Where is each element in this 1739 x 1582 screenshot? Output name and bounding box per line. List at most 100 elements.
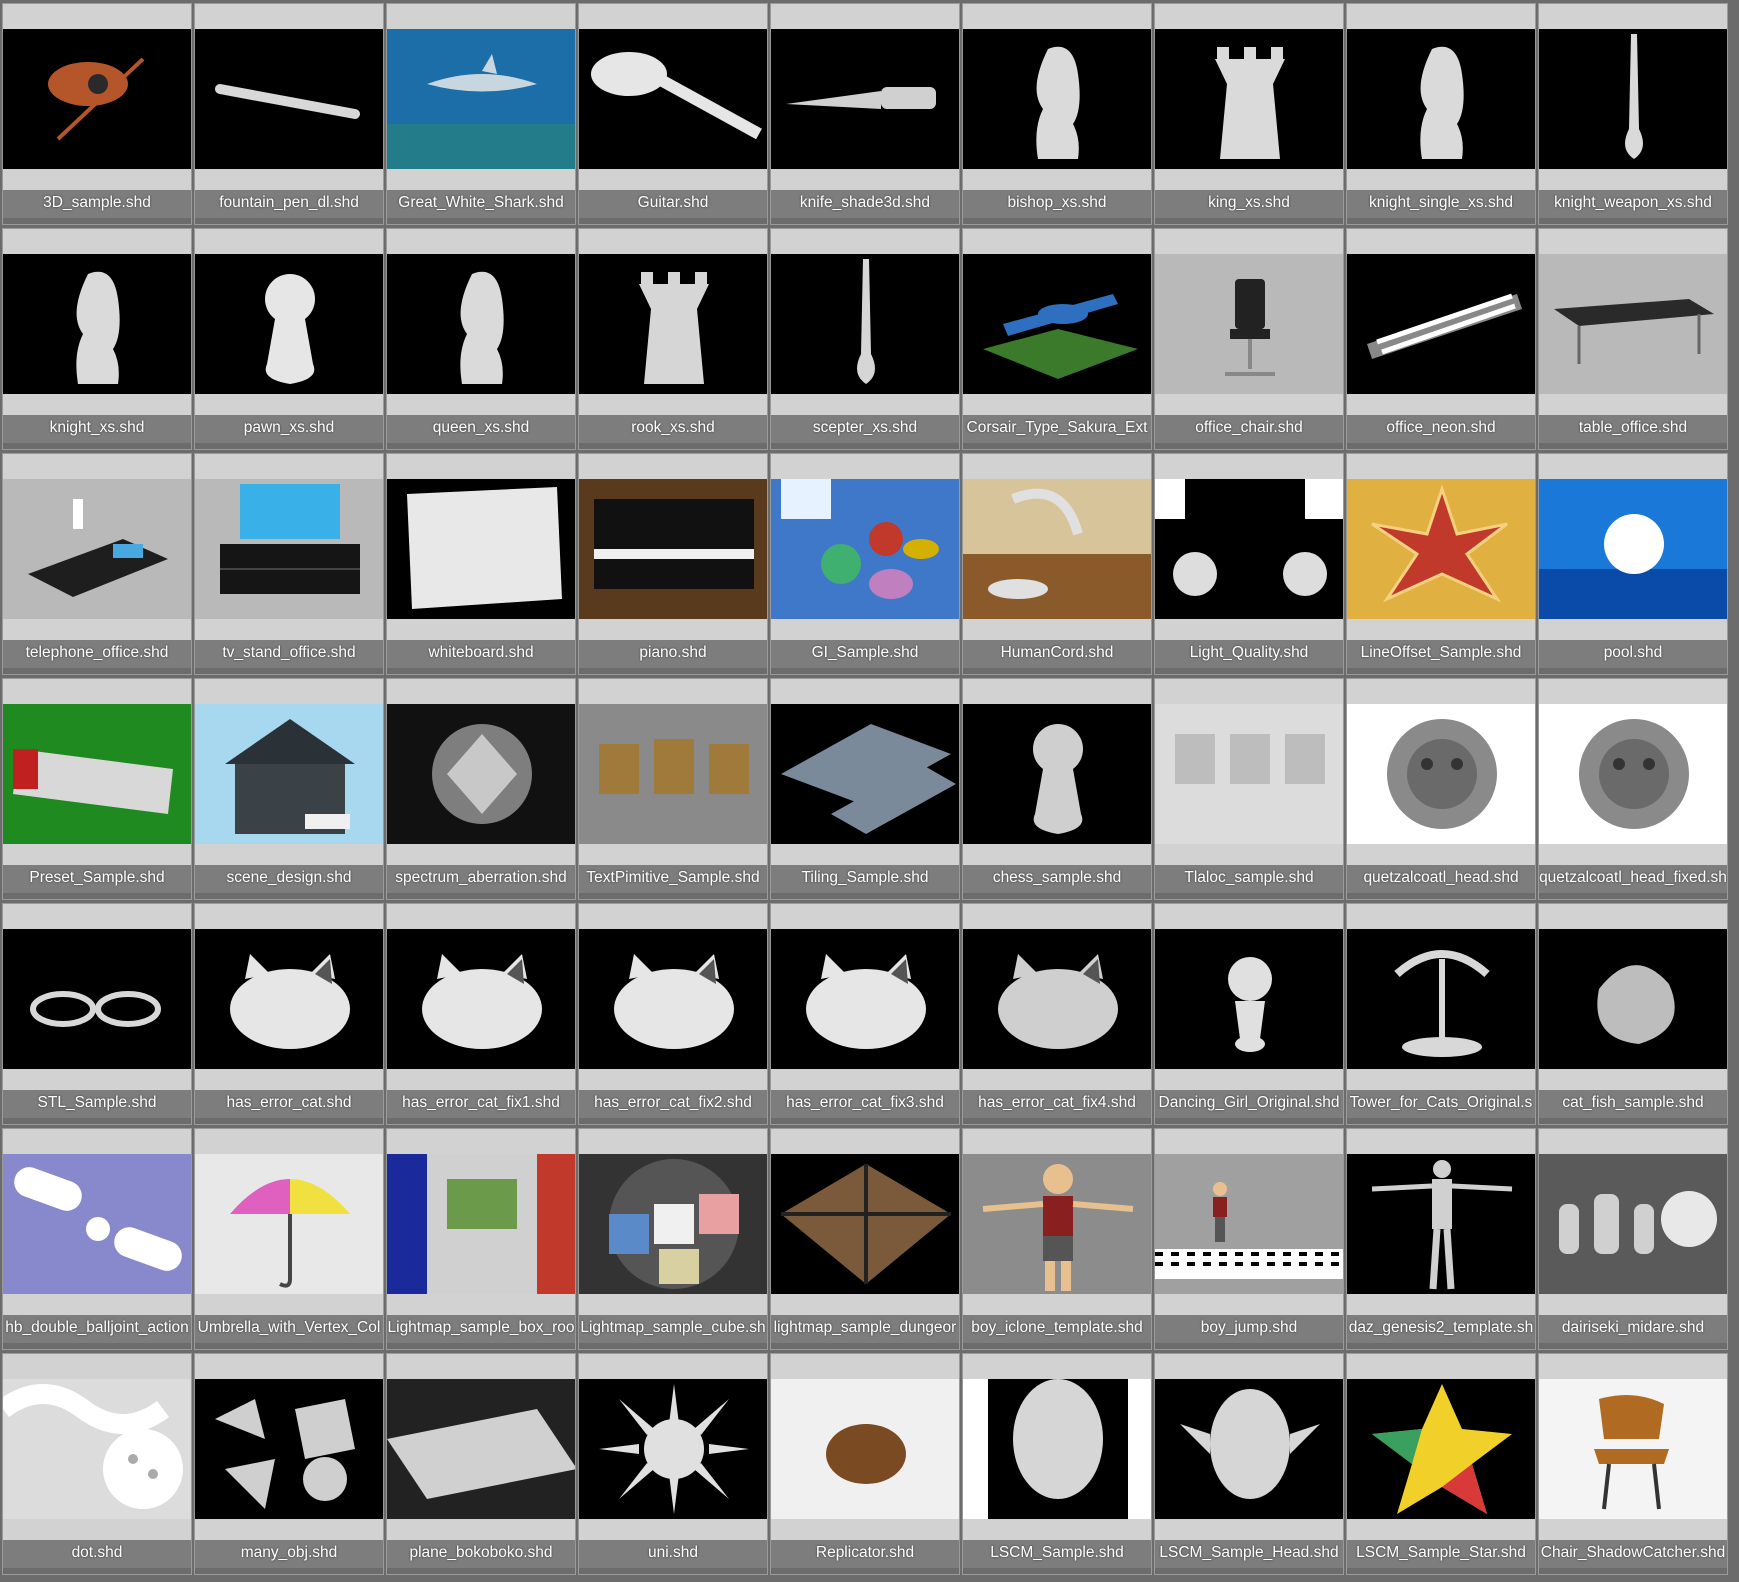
shd-file-tile[interactable]: spectrum_aberration.shd — [386, 678, 576, 900]
tile-separator — [1539, 1568, 1727, 1574]
shd-file-tile[interactable]: has_error_cat_fix3.shd — [770, 903, 960, 1125]
shd-file-tile[interactable]: plane_bokoboko.shd — [386, 1353, 576, 1575]
shd-file-tile[interactable]: uni.shd — [578, 1353, 768, 1575]
file-name-label: knife_shade3d.shd — [799, 194, 931, 211]
shd-file-tile[interactable]: whiteboard.shd — [386, 453, 576, 675]
shd-file-tile[interactable]: dot.shd — [2, 1353, 192, 1575]
shd-file-tile[interactable]: scepter_xs.shd — [770, 228, 960, 450]
shd-file-tile[interactable]: LSCM_Sample_Head.shd — [1154, 1353, 1344, 1575]
shd-file-tile[interactable]: has_error_cat_fix4.shd — [962, 903, 1152, 1125]
shd-file-tile[interactable]: Guitar.shd — [578, 3, 768, 225]
shd-file-tile[interactable]: has_error_cat_fix2.shd — [578, 903, 768, 1125]
shd-file-tile[interactable]: Lightmap_sample_cube.sh — [578, 1128, 768, 1350]
file-name-label: Tiling_Sample.shd — [801, 869, 929, 886]
shd-file-tile[interactable]: 3D_sample.shd — [2, 3, 192, 225]
file-name-label: boy_jump.shd — [1200, 1319, 1298, 1336]
shd-file-tile[interactable]: office_neon.shd — [1346, 228, 1536, 450]
shd-file-tile[interactable]: has_error_cat.shd — [194, 903, 384, 1125]
thumbnail-image — [1155, 1154, 1343, 1294]
shd-file-tile[interactable]: quetzalcoatl_head_fixed.sh — [1538, 678, 1728, 900]
shd-file-tile[interactable]: king_xs.shd — [1154, 3, 1344, 225]
shd-file-tile[interactable]: Replicator.shd — [770, 1353, 960, 1575]
shd-file-tile[interactable]: table_office.shd — [1538, 228, 1728, 450]
shd-file-tile[interactable]: LSCM_Sample.shd — [962, 1353, 1152, 1575]
file-name-label: bishop_xs.shd — [1007, 194, 1107, 211]
tile-separator — [579, 893, 767, 899]
thumbnail-image — [1347, 1379, 1535, 1519]
shd-file-tile[interactable]: office_chair.shd — [1154, 228, 1344, 450]
shd-file-tile[interactable]: hb_double_balljoint_action — [2, 1128, 192, 1350]
shd-file-tile[interactable]: LSCM_Sample_Star.shd — [1346, 1353, 1536, 1575]
shd-file-tile[interactable]: Tiling_Sample.shd — [770, 678, 960, 900]
shd-file-tile[interactable]: chess_sample.shd — [962, 678, 1152, 900]
file-name-label: Tlaloc_sample.shd — [1184, 869, 1314, 886]
shd-file-tile[interactable]: scene_design.shd — [194, 678, 384, 900]
shd-file-tile[interactable]: fountain_pen_dl.shd — [194, 3, 384, 225]
tile-separator — [579, 1118, 767, 1124]
shd-file-tile[interactable]: pool.shd — [1538, 453, 1728, 675]
shd-file-tile[interactable]: knight_xs.shd — [2, 228, 192, 450]
file-name-label: Replicator.shd — [815, 1544, 915, 1561]
file-name-label: office_neon.shd — [1386, 419, 1496, 436]
shd-file-tile[interactable]: TextPimitive_Sample.shd — [578, 678, 768, 900]
thumbnail-image — [771, 29, 959, 169]
thumbnail-image — [3, 704, 191, 844]
shd-file-tile[interactable]: cat_fish_sample.shd — [1538, 903, 1728, 1125]
file-name-label: LSCM_Sample_Star.shd — [1356, 1544, 1526, 1561]
shd-file-tile[interactable]: LineOffset_Sample.shd — [1346, 453, 1536, 675]
thumbnail-image — [1539, 1379, 1727, 1519]
shd-file-tile[interactable]: Lightmap_sample_box_roo — [386, 1128, 576, 1350]
shd-file-tile[interactable]: bishop_xs.shd — [962, 3, 1152, 225]
shd-file-tile[interactable]: dairiseki_midare.shd — [1538, 1128, 1728, 1350]
shd-file-tile[interactable]: Light_Quality.shd — [1154, 453, 1344, 675]
file-name-label: GI_Sample.shd — [811, 644, 919, 661]
shd-file-tile[interactable]: boy_jump.shd — [1154, 1128, 1344, 1350]
shd-file-tile[interactable]: Chair_ShadowCatcher.shd — [1538, 1353, 1728, 1575]
file-name-label: telephone_office.shd — [25, 644, 169, 661]
thumbnail-image — [579, 929, 767, 1069]
tile-separator — [1347, 893, 1535, 899]
shd-file-tile[interactable]: rook_xs.shd — [578, 228, 768, 450]
shd-file-tile[interactable]: piano.shd — [578, 453, 768, 675]
shd-file-tile[interactable]: boy_iclone_template.shd — [962, 1128, 1152, 1350]
file-name-label: king_xs.shd — [1208, 194, 1290, 211]
shd-file-tile[interactable]: HumanCord.shd — [962, 453, 1152, 675]
file-name-label: cat_fish_sample.shd — [1562, 1094, 1704, 1111]
file-name-label: has_error_cat.shd — [226, 1094, 352, 1111]
thumbnail-image — [195, 254, 383, 394]
shd-file-tile[interactable]: telephone_office.shd — [2, 453, 192, 675]
shd-file-tile[interactable]: knight_weapon_xs.shd — [1538, 3, 1728, 225]
shd-file-tile[interactable]: tv_stand_office.shd — [194, 453, 384, 675]
shd-file-tile[interactable]: Great_White_Shark.shd — [386, 3, 576, 225]
file-name-label: knight_weapon_xs.shd — [1554, 194, 1712, 211]
shd-file-tile[interactable]: Tlaloc_sample.shd — [1154, 678, 1344, 900]
file-name-label: LineOffset_Sample.shd — [1360, 644, 1522, 661]
tile-separator — [3, 218, 191, 224]
shd-file-tile[interactable]: Tower_for_Cats_Original.s — [1346, 903, 1536, 1125]
file-name-label: quetzalcoatl_head.shd — [1363, 869, 1519, 886]
thumbnail-image — [963, 254, 1151, 394]
tile-separator — [195, 218, 383, 224]
tile-separator — [1155, 218, 1343, 224]
shd-file-tile[interactable]: many_obj.shd — [194, 1353, 384, 1575]
shd-file-tile[interactable]: quetzalcoatl_head.shd — [1346, 678, 1536, 900]
shd-file-tile[interactable]: Dancing_Girl_Original.shd — [1154, 903, 1344, 1125]
thumbnail-image — [579, 254, 767, 394]
shd-file-tile[interactable]: GI_Sample.shd — [770, 453, 960, 675]
shd-file-tile[interactable]: Preset_Sample.shd — [2, 678, 192, 900]
shd-file-tile[interactable]: STL_Sample.shd — [2, 903, 192, 1125]
shd-file-tile[interactable]: lightmap_sample_dungeor — [770, 1128, 960, 1350]
shd-file-tile[interactable]: has_error_cat_fix1.shd — [386, 903, 576, 1125]
tile-separator — [1155, 1343, 1343, 1349]
shd-file-tile[interactable]: pawn_xs.shd — [194, 228, 384, 450]
thumbnail-image — [1155, 704, 1343, 844]
shd-file-tile[interactable]: queen_xs.shd — [386, 228, 576, 450]
shd-file-tile[interactable]: Corsair_Type_Sakura_Ext — [962, 228, 1152, 450]
file-name-label: uni.shd — [648, 1544, 698, 1561]
thumbnail-image — [3, 1154, 191, 1294]
shd-file-tile[interactable]: daz_genesis2_template.sh — [1346, 1128, 1536, 1350]
shd-file-tile[interactable]: knight_single_xs.shd — [1346, 3, 1536, 225]
shd-file-tile[interactable]: Umbrella_with_Vertex_Col — [194, 1128, 384, 1350]
file-name-label: piano.shd — [639, 644, 707, 661]
shd-file-tile[interactable]: knife_shade3d.shd — [770, 3, 960, 225]
